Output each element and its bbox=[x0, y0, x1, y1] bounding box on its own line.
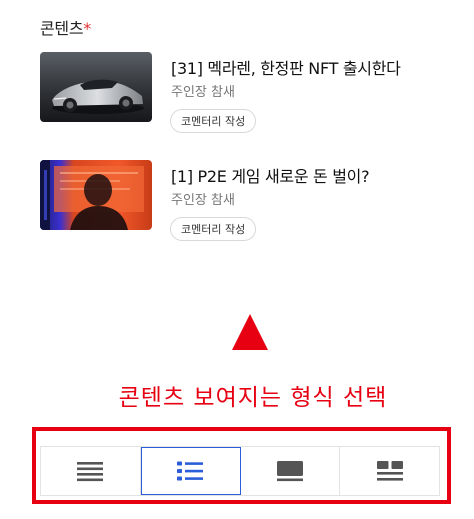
content-item[interactable]: [31] 멕라렌, 한정판 NFT 출시한다 주인장 참새 코멘터리 작성 bbox=[40, 52, 440, 142]
content-author: 주인장 참새 bbox=[171, 85, 235, 100]
write-commentary-button[interactable]: 코멘터리 작성 bbox=[170, 217, 257, 241]
content-title[interactable]: [1] P2E 게임 새로운 돈 벌이? bbox=[171, 163, 370, 187]
required-mark: * bbox=[83, 19, 91, 38]
content-thumbnail[interactable] bbox=[40, 160, 152, 230]
annotation-text: 콘텐츠 보여지는 형식 선택 bbox=[118, 385, 388, 411]
sports-car-image bbox=[40, 52, 152, 122]
annotation-arrow-up bbox=[232, 314, 268, 350]
content-thumbnail[interactable] bbox=[40, 52, 152, 122]
section-title: 콘텐츠* bbox=[40, 15, 91, 39]
content-item[interactable]: [1] P2E 게임 새로운 돈 벌이? 주인장 참새 코멘터리 작성 bbox=[40, 160, 440, 250]
gamer-silhouette-image bbox=[40, 160, 152, 230]
content-author: 주인장 참새 bbox=[171, 193, 235, 208]
annotation-highlight-box bbox=[32, 427, 451, 504]
content-title[interactable]: [31] 멕라렌, 한정판 NFT 출시한다 bbox=[171, 55, 401, 79]
section-title-text: 콘텐츠 bbox=[40, 19, 84, 38]
write-commentary-button[interactable]: 코멘터리 작성 bbox=[170, 109, 257, 133]
